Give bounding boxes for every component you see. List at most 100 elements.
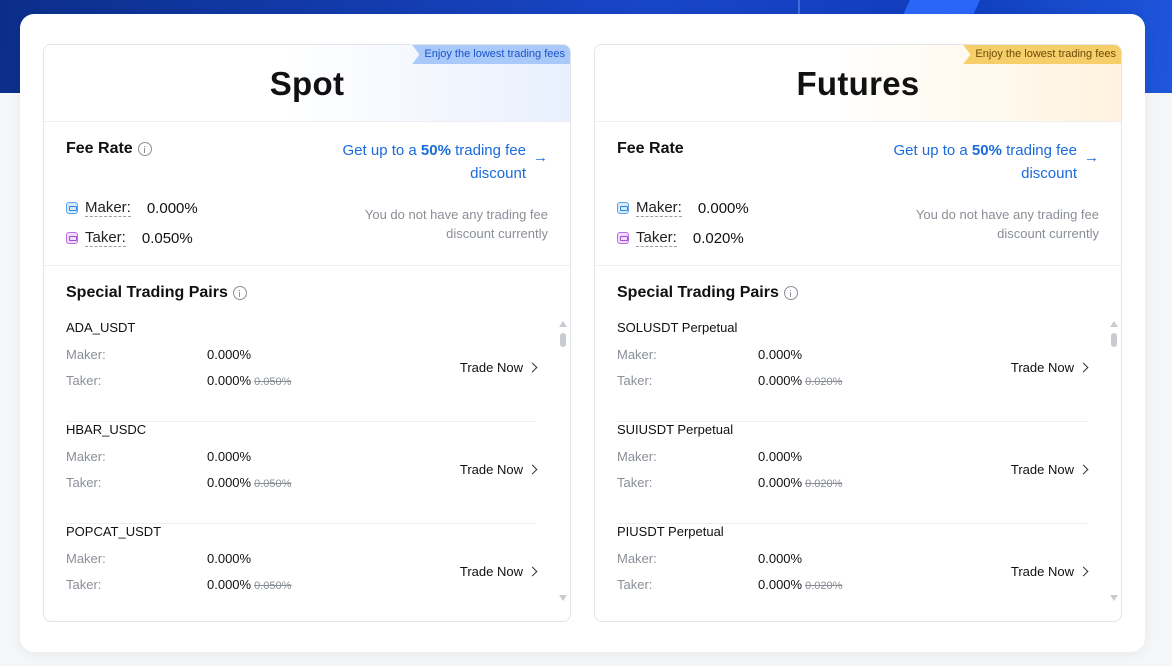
pair-taker-value: 0.000% xyxy=(207,475,252,490)
pair-taker-label: Taker: xyxy=(66,373,102,388)
discount-suffix: trading fee discount xyxy=(1001,142,1077,182)
pair-taker-value: 0.000% xyxy=(207,577,252,592)
pair-taker-value-row: 0.000% 0.020% xyxy=(758,475,842,490)
trade-now-label: Trade Now xyxy=(459,564,523,579)
pair-taker-original: 0.020% xyxy=(805,580,843,592)
pair-taker-value: 0.000% xyxy=(758,475,803,490)
taker-value: 0.020% xyxy=(692,229,744,247)
pair-maker-label: Maker: xyxy=(66,551,106,566)
futures-pairs-section: Special Trading Pairs SOLUSDT Perpetual … xyxy=(595,266,1121,621)
pair-maker-value: 0.000% xyxy=(207,347,252,362)
discount-pct: 50% xyxy=(420,142,451,159)
pair-maker-value: 0.000% xyxy=(758,551,803,566)
pair-taker-label: Taker: xyxy=(66,577,102,592)
scrollbar[interactable] xyxy=(558,321,568,601)
chevron-right-icon xyxy=(527,566,538,577)
arrow-right-icon[interactable]: → xyxy=(533,149,548,166)
special-pairs-label: Special Trading Pairs xyxy=(66,284,228,301)
pair-taker-label: Taker: xyxy=(617,373,653,388)
futures-special-pairs-heading: Special Trading Pairs xyxy=(617,284,798,302)
trade-now-label: Trade Now xyxy=(1010,564,1074,579)
futures-ribbon: Enjoy the lowest trading fees xyxy=(963,45,1121,64)
arrow-right-icon[interactable]: → xyxy=(1084,149,1099,166)
trade-now-button[interactable]: Trade Now xyxy=(459,462,538,477)
maker-icon xyxy=(66,202,78,214)
discount-prefix: Get up to a xyxy=(342,142,421,159)
pair-name: HBAR_USDC xyxy=(66,422,147,437)
spot-discount-link[interactable]: Get up to a 50% trading fee discount xyxy=(316,139,526,185)
pair-taker-label: Taker: xyxy=(617,577,653,592)
pair-taker-value-row: 0.000% 0.050% xyxy=(207,373,291,388)
trade-now-button[interactable]: Trade Now xyxy=(460,360,538,375)
trade-now-button[interactable]: Trade Now xyxy=(1011,360,1089,375)
taker-icon xyxy=(66,232,78,244)
maker-icon xyxy=(617,202,629,214)
scroll-up-icon[interactable] xyxy=(559,321,567,327)
spot-ribbon: Enjoy the lowest trading fees xyxy=(412,45,570,64)
futures-maker-row: Maker: 0.000% xyxy=(617,199,749,217)
chevron-right-icon xyxy=(1078,464,1089,475)
spot-title: Spot xyxy=(269,65,345,102)
spot-fee-rate-heading: Fee Rate xyxy=(66,140,152,158)
scroll-down-icon[interactable] xyxy=(559,595,567,601)
pair-name: POPCAT_USDT xyxy=(66,524,162,539)
scrollbar[interactable] xyxy=(1109,321,1119,601)
info-icon[interactable] xyxy=(232,286,247,300)
taker-label[interactable]: Taker: xyxy=(636,229,677,247)
scroll-thumb[interactable] xyxy=(1111,333,1117,347)
pair-maker-value: 0.000% xyxy=(758,449,803,464)
pair-name: SUIUSDT Perpetual xyxy=(617,422,734,437)
pair-taker-label: Taker: xyxy=(66,475,102,490)
scroll-down-icon[interactable] xyxy=(1110,595,1118,601)
pair-name: SOLUSDT Perpetual xyxy=(617,320,738,335)
pair-taker-original: 0.050% xyxy=(254,478,292,490)
pair-taker-value: 0.000% xyxy=(207,373,252,388)
maker-value: 0.000% xyxy=(697,199,749,217)
taker-label[interactable]: Taker: xyxy=(85,229,126,247)
maker-label[interactable]: Maker: xyxy=(636,199,682,217)
spot-fee-section: Fee Rate Get up to a 50% trading fee dis… xyxy=(44,122,570,266)
futures-taker-row: Taker: 0.020% xyxy=(617,229,744,247)
pair-maker-value: 0.000% xyxy=(207,551,252,566)
spot-special-pairs-heading: Special Trading Pairs xyxy=(66,284,247,302)
special-pairs-label: Special Trading Pairs xyxy=(617,284,779,301)
chevron-right-icon xyxy=(1078,566,1089,577)
trade-now-button[interactable]: Trade Now xyxy=(1010,564,1089,579)
info-icon[interactable] xyxy=(137,142,152,156)
spot-card: Spot Enjoy the lowest trading fees Fee R… xyxy=(43,44,571,622)
pair-maker-label: Maker: xyxy=(617,449,657,464)
scroll-up-icon[interactable] xyxy=(1110,321,1118,327)
futures-no-discount-text: You do not have any trading fee discount… xyxy=(915,207,1099,241)
trade-now-label: Trade Now xyxy=(459,462,523,477)
pair-taker-value-row: 0.000% 0.020% xyxy=(758,577,842,592)
pair-item: PIUSDT Perpetual Maker: Taker: 0.000% 0.… xyxy=(617,524,1089,621)
discount-pct: 50% xyxy=(971,142,1002,159)
maker-value: 0.000% xyxy=(146,199,198,217)
futures-title: Futures xyxy=(796,65,920,102)
hero-divider-line xyxy=(798,0,800,14)
trade-now-button[interactable]: Trade Now xyxy=(1011,462,1089,477)
chevron-right-icon xyxy=(527,362,538,373)
spot-card-header: Spot Enjoy the lowest trading fees xyxy=(44,45,570,122)
maker-label[interactable]: Maker: xyxy=(85,199,131,217)
pair-item: ADA_USDT Maker: Taker: 0.000% 0.000% 0.05… xyxy=(66,320,538,422)
pair-taker-value-row: 0.000% 0.050% xyxy=(207,577,291,592)
taker-icon xyxy=(617,232,629,244)
futures-fee-rate-heading: Fee Rate xyxy=(617,140,684,158)
pair-maker-value: 0.000% xyxy=(207,449,252,464)
futures-discount-link[interactable]: Get up to a 50% trading fee discount xyxy=(867,139,1077,185)
discount-prefix: Get up to a xyxy=(893,142,972,159)
spot-pair-list: ADA_USDT Maker: Taker: 0.000% 0.000% 0.05… xyxy=(66,320,538,621)
trade-now-button[interactable]: Trade Now xyxy=(459,564,538,579)
scroll-thumb[interactable] xyxy=(560,333,566,347)
futures-pair-list: SOLUSDT Perpetual Maker: Taker: 0.000% 0… xyxy=(617,320,1089,621)
pair-maker-label: Maker: xyxy=(66,347,106,362)
spot-no-discount-text: You do not have any trading fee discount… xyxy=(364,207,548,241)
pair-maker-label: Maker: xyxy=(617,347,657,362)
futures-card-header: Futures Enjoy the lowest trading fees xyxy=(595,45,1121,122)
spot-pairs-section: Special Trading Pairs ADA_USDT Maker: Ta… xyxy=(44,266,570,621)
taker-value: 0.050% xyxy=(141,229,193,247)
info-icon[interactable] xyxy=(783,286,798,300)
chevron-right-icon xyxy=(1078,362,1089,373)
futures-card: Futures Enjoy the lowest trading fees Fe… xyxy=(594,44,1122,622)
